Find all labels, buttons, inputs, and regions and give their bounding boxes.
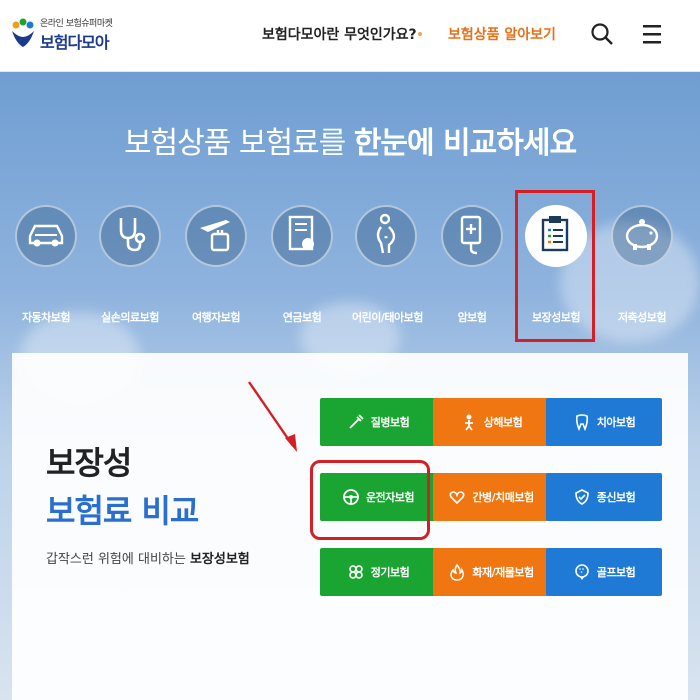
product-label: 골프보험 [596, 566, 636, 579]
airplane-luggage-icon [196, 214, 236, 258]
car-icon [26, 220, 66, 252]
product-label: 치아보험 [596, 416, 636, 429]
category-car[interactable]: 자동차보험 [12, 205, 80, 325]
panel-description: 갑작스런 위험에 대비하는 보장성보험 [46, 548, 250, 567]
category-savings[interactable]: 저축성보험 [608, 205, 676, 325]
category-circle [441, 205, 503, 267]
stethoscope-icon [113, 214, 147, 258]
category-label: 어린이/태아보험 [352, 311, 423, 324]
medical-drip-icon [457, 213, 487, 259]
category-label: 실손의료보험 [101, 311, 159, 324]
hero-title: 보험상품 보험료를 한눈에 비교하세요 [0, 118, 700, 162]
category-child[interactable]: 어린이/태아보험 [352, 205, 423, 325]
product-injury[interactable]: 상해보험 [433, 398, 549, 446]
product-label: 화재/재물보험 [472, 566, 534, 579]
panel-description-bold: 보장성보험 [189, 552, 250, 567]
highlight-selected-category [515, 190, 595, 342]
injury-icon [460, 413, 478, 431]
logo-title: 보험다모아 [40, 32, 110, 52]
category-circle [271, 205, 333, 267]
category-travel[interactable]: 여행자보험 [182, 205, 250, 325]
category-label: 자동차보험 [21, 311, 71, 324]
product-label: 종신보험 [596, 491, 636, 504]
nav-products-link[interactable]: 보험상품 알아보기 [448, 24, 556, 44]
category-label: 연금보험 [282, 311, 322, 324]
category-circle [185, 205, 247, 267]
pregnant-icon [371, 213, 401, 259]
panel-subtitle: 보험료 비교 [46, 492, 199, 530]
category-circle [355, 205, 417, 267]
product-label: 질병보험 [370, 416, 410, 429]
logo-people-icon [10, 17, 36, 51]
product-fire[interactable]: 화재/재물보험 [433, 548, 549, 596]
pension-document-icon [287, 214, 317, 258]
highlight-selected-product [310, 460, 430, 540]
category-circle [611, 205, 673, 267]
piggy-bank-icon [621, 217, 663, 255]
panel-title: 보장성 [46, 444, 132, 482]
search-icon[interactable] [590, 22, 614, 46]
category-label: 저축성보험 [617, 311, 667, 324]
category-medical[interactable]: 실손의료보험 [96, 205, 164, 325]
product-label: 정기보험 [370, 566, 410, 579]
heart-hand-icon [448, 488, 466, 506]
nav-separator-dot [418, 32, 422, 36]
panel-description-text: 갑작스런 위험에 대비하는 [46, 552, 190, 567]
category-circle [99, 205, 161, 267]
site-logo[interactable]: 온라인 보험슈퍼마켓 보험다모아 [10, 10, 120, 58]
category-label: 여행자보험 [191, 311, 241, 324]
product-dental[interactable]: 치아보험 [546, 398, 662, 446]
category-cancer[interactable]: 암보험 [438, 205, 506, 325]
category-circle [15, 205, 77, 267]
hamburger-menu-icon[interactable] [640, 22, 664, 46]
shield-icon [573, 488, 591, 506]
logo-subtitle: 온라인 보험슈퍼마켓 [40, 18, 113, 29]
nav-about-link[interactable]: 보험다모아란 무엇인가요? [262, 24, 417, 44]
product-care[interactable]: 간병/치매보험 [433, 473, 549, 521]
product-label: 간병/치매보험 [472, 491, 534, 504]
category-pension[interactable]: 연금보험 [268, 205, 336, 325]
syringe-icon [347, 413, 365, 431]
product-term[interactable]: 정기보험 [320, 548, 436, 596]
golf-icon [573, 563, 591, 581]
site-header: 온라인 보험슈퍼마켓 보험다모아 보험다모아란 무엇인가요? 보험상품 알아보기 [0, 0, 700, 72]
annotation-arrow-icon [245, 378, 305, 458]
hero-title-bold: 한눈에 비교하세요 [353, 126, 577, 161]
category-label: 암보험 [457, 311, 487, 324]
product-whole-life[interactable]: 종신보험 [546, 473, 662, 521]
product-disease[interactable]: 질병보험 [320, 398, 436, 446]
product-golf[interactable]: 골프보험 [546, 548, 662, 596]
product-label: 상해보험 [483, 416, 523, 429]
fire-icon [448, 563, 466, 581]
hero-title-text: 보험상품 보험료를 [123, 126, 354, 161]
clover-icon [347, 563, 365, 581]
tooth-icon [573, 413, 591, 432]
